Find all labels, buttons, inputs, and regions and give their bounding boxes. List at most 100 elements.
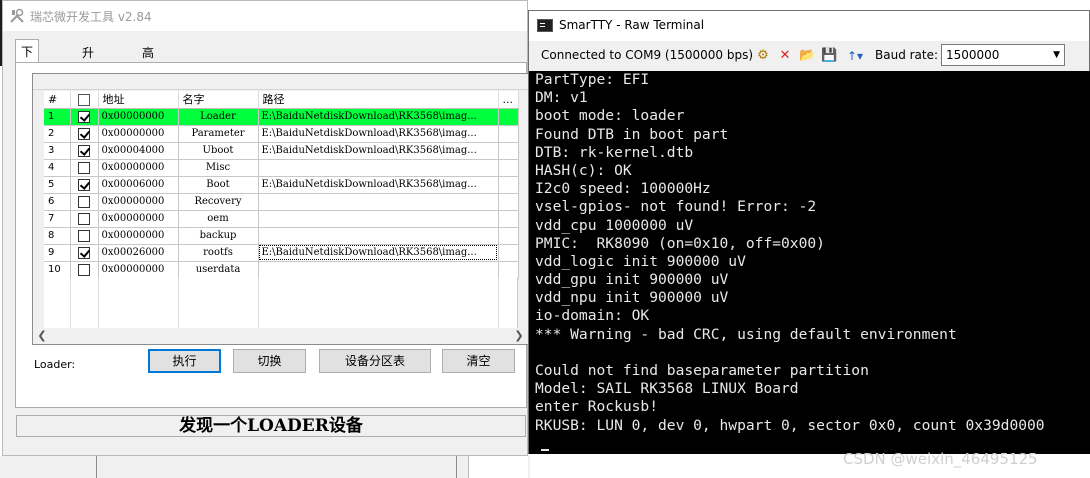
row-path[interactable] [258, 210, 499, 228]
run-button[interactable]: 执行 [148, 349, 221, 373]
row-name[interactable]: Misc [178, 159, 259, 177]
tab-advanced[interactable]: 高级功能 [137, 41, 160, 111]
row-checkbox-cell[interactable] [70, 108, 99, 126]
table-row[interactable]: 10 0x00000000 userdata [44, 261, 519, 279]
row-address[interactable]: 0x00000000 [98, 108, 179, 126]
row-name[interactable]: Parameter [178, 125, 259, 143]
row-checkbox[interactable] [78, 246, 90, 259]
row-address[interactable]: 0x00000000 [98, 227, 179, 245]
row-checkbox-cell[interactable] [70, 125, 99, 143]
row-checkbox[interactable] [78, 178, 90, 191]
row-name[interactable]: Uboot [178, 142, 259, 160]
row-index: 4 [44, 159, 71, 177]
row-checkbox[interactable] [78, 195, 90, 208]
column-header-index[interactable]: # [44, 91, 71, 109]
row-address[interactable]: 0x00000000 [98, 193, 179, 211]
row-checkbox-cell[interactable] [70, 193, 99, 211]
row-checkbox-cell[interactable] [70, 176, 99, 194]
tools-icon [10, 8, 24, 23]
switch-button[interactable]: 切换 [233, 349, 306, 373]
row-more[interactable] [498, 142, 519, 160]
row-more[interactable] [498, 193, 519, 211]
row-checkbox-cell[interactable] [70, 227, 99, 245]
row-checkbox-cell[interactable] [70, 142, 99, 160]
row-checkbox[interactable] [78, 110, 90, 123]
row-name[interactable]: rootfs [178, 244, 259, 262]
row-checkbox-cell[interactable] [70, 261, 99, 279]
row-path[interactable] [258, 193, 499, 211]
row-name[interactable]: Recovery [178, 193, 259, 211]
row-path[interactable]: E:\BaiduNetdiskDownload\RK3568\imag... [258, 142, 499, 160]
row-path[interactable]: E:\BaiduNetdiskDownload\RK3568\imag... [258, 244, 499, 262]
horizontal-scrollbar[interactable]: ❮ ❯ [33, 328, 528, 344]
row-address[interactable]: 0x00000000 [98, 125, 179, 143]
row-more[interactable] [498, 227, 519, 245]
save-icon[interactable]: 💾 [821, 48, 837, 64]
text-cursor [541, 448, 549, 451]
disconnect-icon[interactable]: ✕ [777, 48, 793, 64]
tab-upgrade-firmware[interactable]: 升级固件 [77, 41, 100, 111]
row-address[interactable]: 0x00026000 [98, 244, 179, 262]
select-all-checkbox[interactable] [78, 93, 90, 106]
row-address[interactable]: 0x00000000 [98, 261, 179, 279]
scroll-right-icon[interactable]: ❯ [512, 329, 526, 343]
table-row[interactable]: 3 0x00004000 Uboot E:\BaiduNetdiskDownload\… [44, 142, 519, 160]
row-path[interactable]: E:\BaiduNetdiskDownload\RK3568\imag... [258, 125, 499, 143]
row-more[interactable] [498, 159, 519, 177]
row-more[interactable] [498, 261, 519, 279]
terminal-line: vdd_logic init 900000 uV [535, 252, 746, 270]
terminal-line: PMIC: RK8090 (on=0x10, off=0x00) [535, 234, 825, 252]
row-address[interactable]: 0x00000000 [98, 210, 179, 228]
open-folder-icon[interactable]: 📂 [799, 48, 815, 64]
row-more[interactable] [498, 176, 519, 194]
table-row[interactable]: 9 0x00026000 rootfs E:\BaiduNetdiskDownload… [44, 244, 519, 262]
table-row[interactable]: 7 0x00000000 oem [44, 210, 519, 228]
row-path[interactable]: E:\BaiduNetdiskDownload\RK3568\imag... [258, 176, 499, 194]
terminal-output[interactable]: PartType: EFI DM: v1 boot mode: loader Foun… [529, 71, 1090, 454]
baud-rate-select[interactable]: 1500000 ▼ [941, 44, 1065, 66]
row-checkbox[interactable] [78, 127, 90, 140]
row-path[interactable] [258, 227, 499, 245]
row-more[interactable] [498, 244, 519, 262]
pin-dropdown-icon[interactable]: ↑▾ [847, 48, 863, 64]
row-address[interactable]: 0x00000000 [98, 159, 179, 177]
scroll-left-icon[interactable]: ❮ [35, 329, 49, 343]
row-name[interactable]: Boot [178, 176, 259, 194]
row-checkbox-cell[interactable] [70, 159, 99, 177]
table-row[interactable]: 1 0x00000000 Loader E:\BaiduNetdiskDownload… [44, 108, 519, 126]
row-name[interactable]: userdata [178, 261, 259, 279]
row-more[interactable] [498, 108, 519, 126]
table-row[interactable]: 6 0x00000000 Recovery [44, 193, 519, 211]
row-checkbox-cell[interactable] [70, 244, 99, 262]
row-checkbox-cell[interactable] [70, 210, 99, 228]
partition-table-button[interactable]: 设备分区表 [319, 349, 431, 373]
column-header-path[interactable]: 路径 [258, 91, 499, 109]
row-path[interactable] [258, 159, 499, 177]
row-more[interactable] [498, 210, 519, 228]
column-header-more[interactable]: ... [498, 91, 519, 109]
row-checkbox[interactable] [78, 263, 90, 276]
row-path[interactable]: E:\BaiduNetdiskDownload\RK3568\imag... [258, 108, 499, 126]
row-name[interactable]: oem [178, 210, 259, 228]
row-checkbox[interactable] [78, 144, 90, 157]
row-name[interactable]: backup [178, 227, 259, 245]
row-address[interactable]: 0x00006000 [98, 176, 179, 194]
row-checkbox[interactable] [78, 212, 90, 225]
column-header-address[interactable]: 地址 [98, 91, 179, 109]
row-checkbox[interactable] [78, 161, 90, 174]
row-index: 2 [44, 125, 71, 143]
row-checkbox[interactable] [78, 229, 90, 242]
tab-download-image[interactable]: 下载镜像 [15, 39, 40, 110]
settings-gear-icon[interactable]: ⚙ [755, 48, 771, 64]
table-row[interactable]: 8 0x00000000 backup [44, 227, 519, 245]
table-row[interactable]: 4 0x00000000 Misc [44, 159, 519, 177]
row-name[interactable]: Loader [178, 108, 259, 126]
column-header-name[interactable]: 名字 [178, 91, 259, 109]
table-row[interactable]: 2 0x00000000 Parameter E:\BaiduNetdiskDownl… [44, 125, 519, 143]
column-header-select-all[interactable] [70, 91, 99, 109]
row-address[interactable]: 0x00004000 [98, 142, 179, 160]
clear-button[interactable]: 清空 [442, 349, 515, 373]
row-path[interactable] [258, 261, 499, 279]
row-more[interactable] [498, 125, 519, 143]
table-row[interactable]: 5 0x00006000 Boot E:\BaiduNetdiskDownload\R… [44, 176, 519, 194]
